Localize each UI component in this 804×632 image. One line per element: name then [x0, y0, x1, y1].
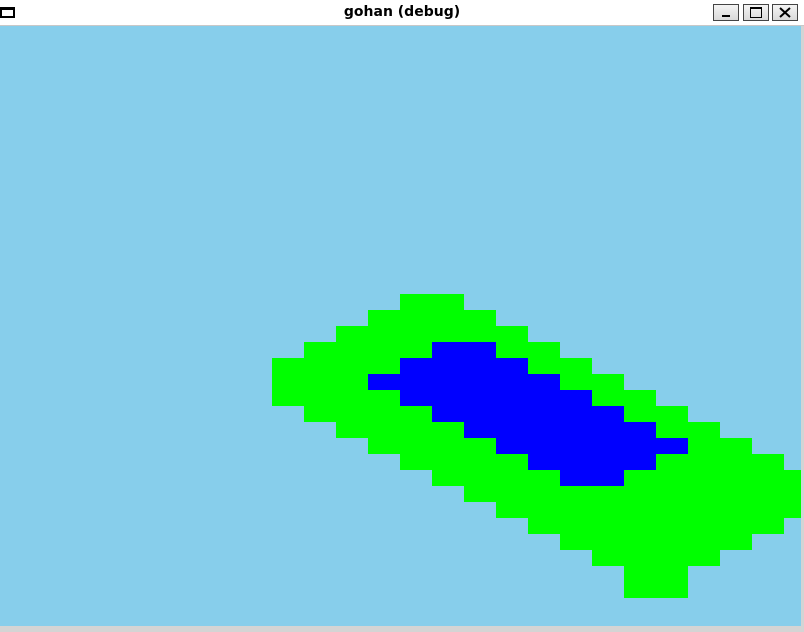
green-voxel-row	[496, 502, 801, 518]
close-button[interactable]	[772, 4, 798, 21]
minimize-button[interactable]	[713, 4, 739, 21]
blue-voxel-row	[560, 470, 624, 486]
blue-voxel-row	[496, 438, 688, 454]
green-voxel-row	[400, 294, 464, 310]
blue-voxel-row	[528, 454, 656, 470]
green-voxel-row	[368, 310, 496, 326]
green-voxel-row	[336, 326, 528, 342]
blue-voxel-row	[368, 374, 560, 390]
green-voxel-row	[560, 534, 752, 550]
minimize-icon	[722, 15, 730, 17]
title-bar[interactable]: gohan (debug)	[0, 0, 804, 26]
blue-voxel-row	[432, 342, 496, 358]
app-window: gohan (debug)	[0, 0, 804, 632]
window-bottom-border	[0, 626, 804, 632]
green-voxel-row	[528, 518, 784, 534]
blue-voxel-row	[400, 358, 528, 374]
maximize-button[interactable]	[743, 4, 769, 21]
green-voxel-row	[592, 550, 720, 566]
maximize-icon	[750, 7, 762, 18]
blue-voxel-row	[464, 422, 656, 438]
blue-voxel-row	[400, 390, 592, 406]
close-icon	[779, 7, 791, 18]
green-voxel-row	[624, 566, 688, 598]
blue-voxel-row	[432, 406, 624, 422]
render-canvas[interactable]	[0, 26, 801, 626]
green-voxel-row	[464, 486, 801, 502]
window-title: gohan (debug)	[343, 4, 461, 20]
voxel-scene	[0, 26, 801, 626]
